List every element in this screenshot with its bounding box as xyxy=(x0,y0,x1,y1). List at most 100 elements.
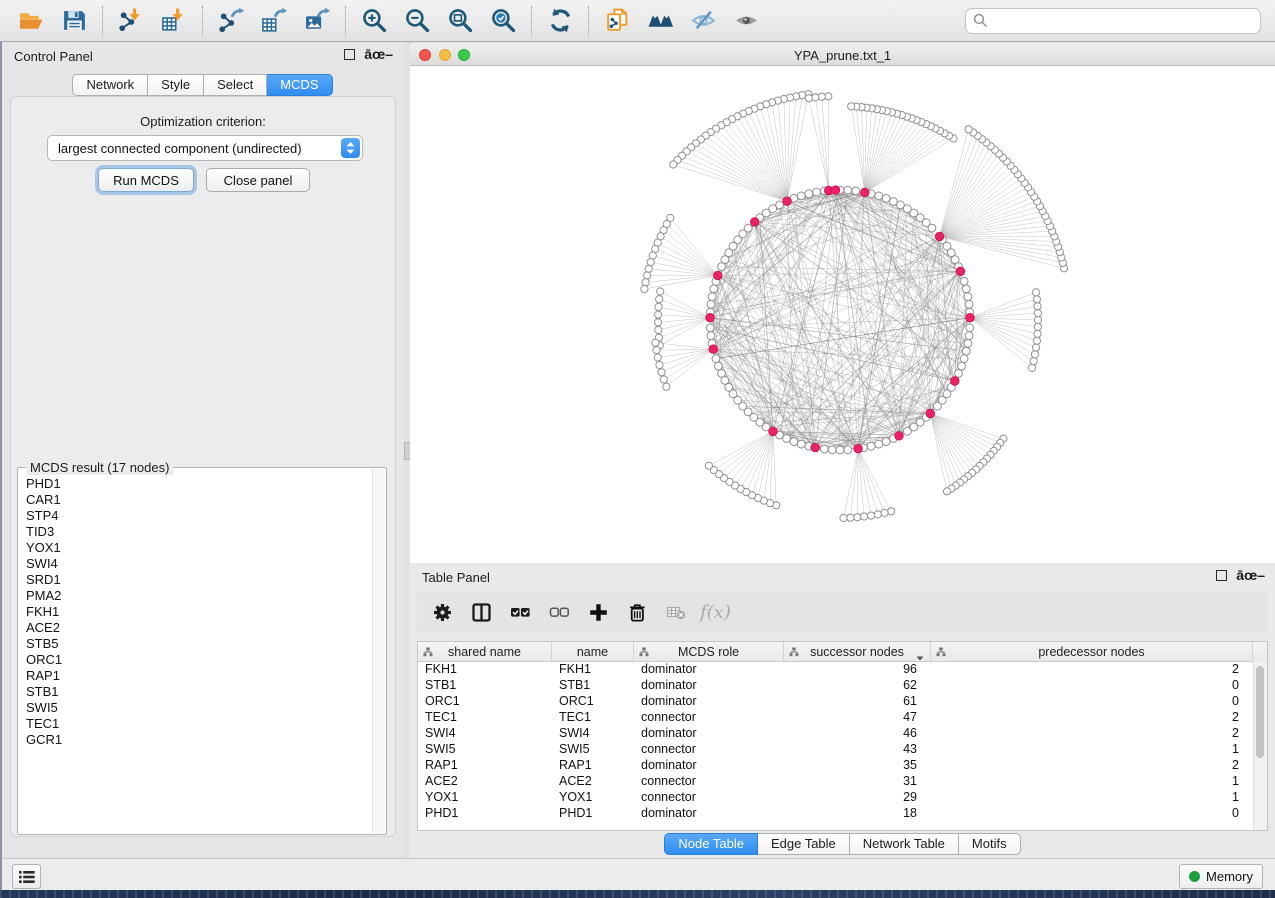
mcds-result-item[interactable]: CAR1 xyxy=(26,492,373,508)
table-scrollbar[interactable] xyxy=(1253,661,1267,830)
table-row[interactable]: TEC1TEC1connector472 xyxy=(418,709,1254,725)
mcds-result-item[interactable]: RAP1 xyxy=(26,668,373,684)
table-cell: dominator xyxy=(634,757,784,773)
delete-table-icon xyxy=(661,597,691,627)
search-input[interactable] xyxy=(965,8,1261,34)
gear-icon[interactable] xyxy=(427,597,457,627)
desktop-edge-strip xyxy=(0,42,2,890)
table-cell: ACE2 xyxy=(552,773,634,789)
mcds-result-item[interactable]: STB1 xyxy=(26,684,373,700)
first-neighbors-icon[interactable] xyxy=(639,3,682,39)
deselect-all-icon[interactable] xyxy=(544,597,574,627)
float-table-panel-icon[interactable] xyxy=(1216,570,1227,581)
mcds-result-item[interactable]: FKH1 xyxy=(26,604,373,620)
save-icon[interactable] xyxy=(53,3,96,39)
table-row[interactable]: FKH1FKH1dominator962 xyxy=(418,661,1254,677)
table-cell: SWI5 xyxy=(418,741,552,757)
export-table-icon[interactable] xyxy=(253,3,296,39)
column-type-icon xyxy=(423,646,433,660)
table-panel: Table Panel āœ– f(x) shared namenameMCDS… xyxy=(410,563,1275,858)
tab-select[interactable]: Select xyxy=(204,74,267,96)
tab-edge-table[interactable]: Edge Table xyxy=(758,833,850,855)
table-cell: SWI5 xyxy=(552,741,634,757)
column-header-predecessor-nodes[interactable]: predecessor nodes xyxy=(931,642,1253,661)
tab-motifs[interactable]: Motifs xyxy=(959,833,1021,855)
tab-style[interactable]: Style xyxy=(148,74,204,96)
copy-network-icon[interactable] xyxy=(596,3,639,39)
show-all-icon[interactable] xyxy=(725,3,768,39)
table-cell: ORC1 xyxy=(552,693,634,709)
tab-node-table[interactable]: Node Table xyxy=(664,833,758,855)
optimization-criterion-select[interactable]: largest connected component (undirected) xyxy=(47,135,363,161)
result-list-scrollbar[interactable] xyxy=(372,469,385,833)
table-cell: STB1 xyxy=(552,677,634,693)
column-header-MCDS-role[interactable]: MCDS role xyxy=(634,642,784,661)
table-row[interactable]: ORC1ORC1dominator610 xyxy=(418,693,1254,709)
mcds-result-item[interactable]: GCR1 xyxy=(26,732,373,748)
mcds-result-item[interactable]: ACE2 xyxy=(26,620,373,636)
open-icon[interactable] xyxy=(10,3,53,39)
mcds-result-item[interactable]: STP4 xyxy=(26,508,373,524)
mcds-result-item[interactable]: SWI5 xyxy=(26,700,373,716)
float-panel-icon[interactable] xyxy=(344,49,355,60)
node-table: shared namenameMCDS rolesuccessor nodesp… xyxy=(417,641,1268,831)
mcds-result-item[interactable]: TEC1 xyxy=(26,716,373,732)
export-network-icon[interactable] xyxy=(210,3,253,39)
toolbar-separator xyxy=(588,6,590,36)
run-mcds-button[interactable]: Run MCDS xyxy=(98,168,194,192)
zoom-selected-icon[interactable] xyxy=(482,3,525,39)
network-canvas[interactable] xyxy=(410,66,1275,563)
export-image-icon[interactable] xyxy=(296,3,339,39)
mcds-result-item[interactable]: PMA2 xyxy=(26,588,373,604)
import-table-icon[interactable] xyxy=(153,3,196,39)
table-cell: dominator xyxy=(634,677,784,693)
table-row[interactable]: ACE2ACE2connector311 xyxy=(418,773,1254,789)
close-panel-button[interactable]: Close panel xyxy=(206,168,310,192)
import-network-icon[interactable] xyxy=(110,3,153,39)
mcds-result-item[interactable]: PHD1 xyxy=(26,476,373,492)
refresh-icon[interactable] xyxy=(539,3,582,39)
select-all-icon[interactable] xyxy=(505,597,535,627)
memory-button[interactable]: Memory xyxy=(1179,864,1263,889)
table-cell: 2 xyxy=(931,709,1253,725)
select-stepper-icon xyxy=(341,138,360,158)
zoom-out-icon[interactable] xyxy=(396,3,439,39)
mcds-result-item[interactable]: SWI4 xyxy=(26,556,373,572)
tab-network-table[interactable]: Network Table xyxy=(850,833,959,855)
table-row[interactable]: YOX1YOX1connector291 xyxy=(418,789,1254,805)
table-cell: PHD1 xyxy=(418,805,552,821)
table-cell: 1 xyxy=(931,741,1253,757)
mcds-result-item[interactable]: YOX1 xyxy=(26,540,373,556)
column-header-shared-name[interactable]: shared name xyxy=(418,642,552,661)
zoom-fit-icon[interactable] xyxy=(439,3,482,39)
task-history-button[interactable] xyxy=(12,864,41,889)
close-table-panel-icon[interactable]: āœ– xyxy=(1236,570,1265,581)
table-scrollbar-thumb[interactable] xyxy=(1256,666,1264,758)
optimization-criterion-label: Optimization criterion: xyxy=(11,114,395,129)
mcds-result-item[interactable]: SRD1 xyxy=(26,572,373,588)
network-window-titlebar[interactable]: YPA_prune.txt_1 xyxy=(410,44,1275,66)
column-header-successor-nodes[interactable]: successor nodes xyxy=(784,642,931,661)
table-cell: dominator xyxy=(634,661,784,677)
columns-icon[interactable] xyxy=(466,597,496,627)
hide-selected-icon[interactable] xyxy=(682,3,725,39)
add-row-icon[interactable] xyxy=(583,597,613,627)
mcds-result-title: MCDS result (17 nodes) xyxy=(26,460,173,475)
table-cell: connector xyxy=(634,741,784,757)
table-row[interactable]: PHD1PHD1dominator180 xyxy=(418,805,1254,821)
tab-mcds[interactable]: MCDS xyxy=(267,74,332,96)
table-row[interactable]: STB1STB1dominator620 xyxy=(418,677,1254,693)
column-header-name[interactable]: name xyxy=(552,642,634,661)
table-cell: connector xyxy=(634,709,784,725)
zoom-in-icon[interactable] xyxy=(353,3,396,39)
mcds-result-item[interactable]: TID3 xyxy=(26,524,373,540)
table-row[interactable]: RAP1RAP1dominator352 xyxy=(418,757,1254,773)
mcds-result-item[interactable]: STB5 xyxy=(26,636,373,652)
mcds-result-item[interactable]: ORC1 xyxy=(26,652,373,668)
delete-row-icon[interactable] xyxy=(622,597,652,627)
close-panel-icon[interactable]: āœ– xyxy=(364,49,393,60)
table-row[interactable]: SWI4SWI4dominator462 xyxy=(418,725,1254,741)
tab-network[interactable]: Network xyxy=(72,74,148,96)
table-row[interactable]: SWI5SWI5connector431 xyxy=(418,741,1254,757)
search-icon xyxy=(973,13,988,28)
